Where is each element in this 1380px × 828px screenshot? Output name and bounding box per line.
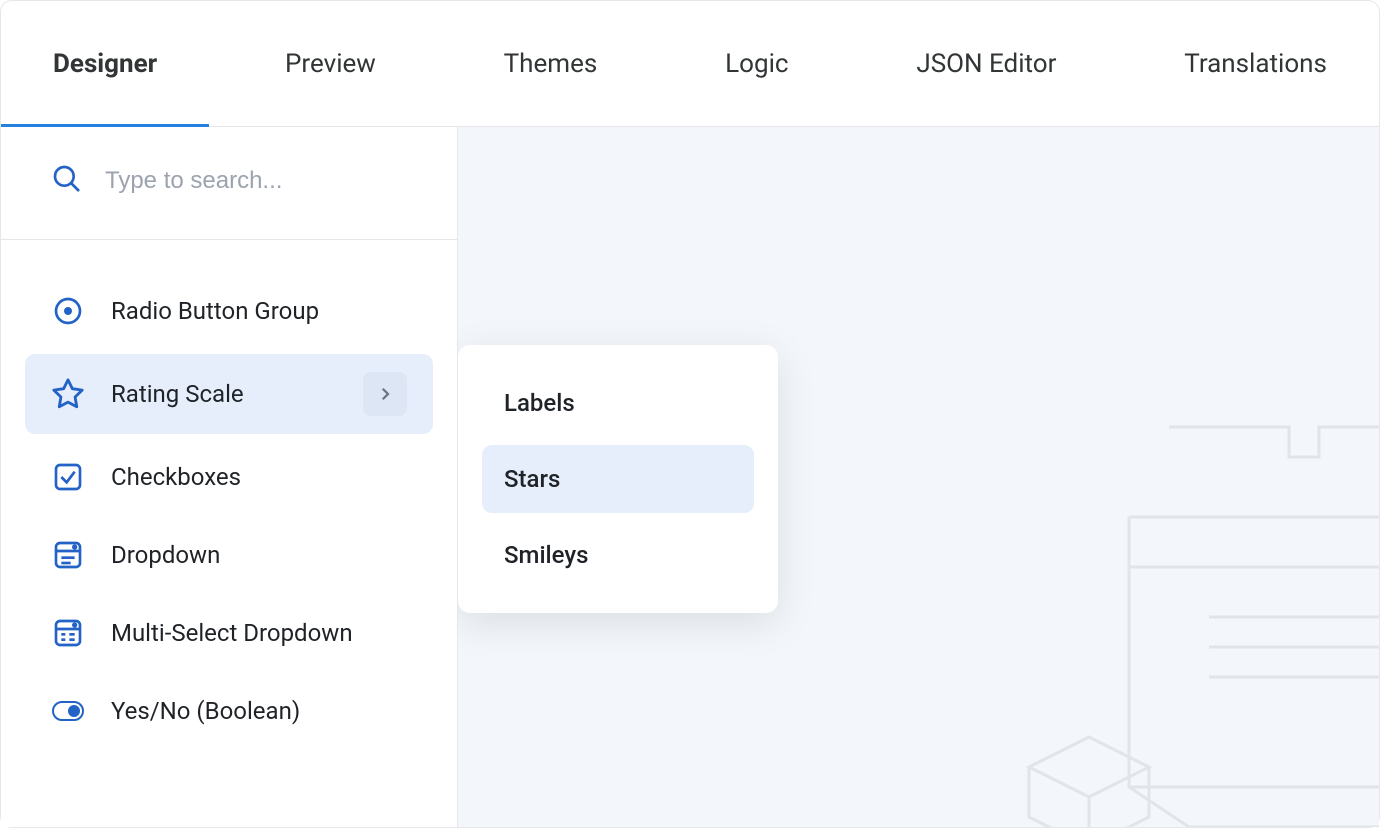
toolbox-item-rating-scale[interactable]: Rating Scale	[25, 354, 433, 434]
radio-icon	[51, 294, 85, 328]
toolbox-item-radio-button-group[interactable]: Radio Button Group	[25, 276, 433, 346]
toolbox-item-checkboxes[interactable]: Checkboxes	[25, 442, 433, 512]
tab-logic[interactable]: Logic	[721, 1, 792, 126]
sidebar: Radio Button Group Rating Scale	[1, 127, 458, 827]
tab-json-editor[interactable]: JSON Editor	[912, 1, 1060, 126]
tab-preview[interactable]: Preview	[281, 1, 380, 126]
toolbox-item-label: Radio Button Group	[111, 297, 319, 325]
tab-translations[interactable]: Translations	[1180, 1, 1331, 126]
search-input[interactable]	[105, 167, 409, 195]
submenu-item-stars[interactable]: Stars	[482, 445, 754, 513]
toolbox-item-label: Checkboxes	[111, 463, 241, 491]
tab-label: Translations	[1184, 49, 1327, 79]
checkbox-icon	[51, 460, 85, 494]
tab-label: Designer	[53, 49, 157, 79]
chevron-right-icon	[376, 385, 394, 403]
submenu-item-labels[interactable]: Labels	[482, 369, 754, 437]
submenu-expand-button[interactable]	[363, 372, 407, 416]
tab-designer[interactable]: Designer	[49, 1, 161, 126]
toolbox-item-multi-select-dropdown[interactable]: Multi-Select Dropdown	[25, 598, 433, 668]
rating-scale-submenu: Labels Stars Smileys	[458, 345, 778, 613]
search-icon	[51, 163, 83, 199]
top-tabs: Designer Preview Themes Logic JSON Edito…	[1, 1, 1379, 127]
main-area: Radio Button Group Rating Scale	[1, 127, 1379, 827]
background-illustration	[969, 387, 1379, 827]
toolbox: Radio Button Group Rating Scale	[1, 240, 457, 746]
toolbox-item-dropdown[interactable]: Dropdown	[25, 520, 433, 590]
toggle-icon	[51, 694, 85, 728]
submenu-item-label: Labels	[504, 389, 575, 417]
tab-label: Themes	[504, 49, 598, 79]
tab-label: Preview	[285, 49, 376, 79]
star-icon	[51, 377, 85, 411]
multi-dropdown-icon	[51, 616, 85, 650]
toolbox-item-label: Rating Scale	[111, 380, 244, 408]
tab-themes[interactable]: Themes	[500, 1, 602, 126]
dropdown-icon	[51, 538, 85, 572]
design-canvas: Labels Stars Smileys	[458, 127, 1379, 827]
search-box	[1, 127, 457, 240]
toolbox-item-label: Multi-Select Dropdown	[111, 619, 353, 647]
tab-label: Logic	[725, 49, 788, 79]
submenu-item-smileys[interactable]: Smileys	[482, 521, 754, 589]
toolbox-item-boolean[interactable]: Yes/No (Boolean)	[25, 676, 433, 746]
submenu-item-label: Smileys	[504, 541, 588, 569]
tab-label: JSON Editor	[916, 49, 1056, 79]
submenu-item-label: Stars	[504, 465, 560, 493]
toolbox-item-label: Dropdown	[111, 541, 220, 569]
toolbox-item-label: Yes/No (Boolean)	[111, 697, 300, 725]
